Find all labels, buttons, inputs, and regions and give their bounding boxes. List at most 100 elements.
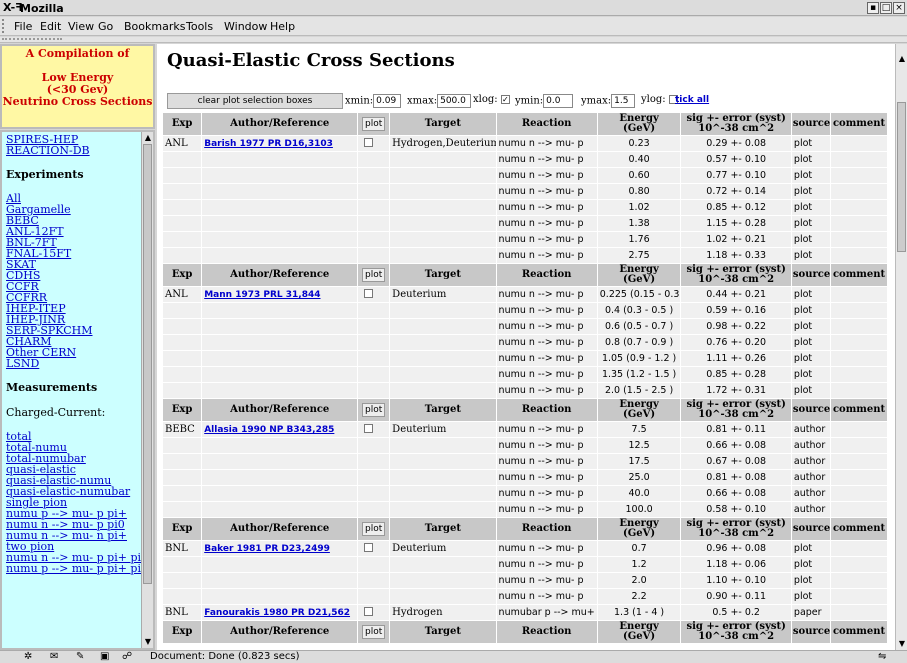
header-energy: Energy (GeV)	[597, 399, 681, 421]
xlog-checkbox[interactable]: ✓	[500, 95, 510, 104]
cell-sigma: 1.72 +- 0.31	[681, 383, 791, 398]
nav-scroll-thumb[interactable]	[143, 144, 152, 584]
mail-icon[interactable]: ✉	[50, 651, 58, 662]
cell-exp: ANL	[163, 136, 202, 151]
cell-author	[202, 319, 358, 334]
plot-selected-button[interactable]: plot	[362, 625, 386, 639]
cell-plot	[358, 216, 390, 231]
cell-sigma: 0.67 +- 0.08	[681, 454, 791, 469]
tick-all-link[interactable]: tick all	[675, 95, 709, 105]
cell-author	[202, 438, 358, 453]
table-row: numu n --> mu- p 0.4 (0.3 - 0.5 ) 0.59 +- …	[163, 303, 887, 318]
cell-reaction: numu n --> mu- p	[496, 422, 597, 437]
menu-edit[interactable]: Edit	[40, 20, 61, 33]
menu-tools[interactable]: Tools	[186, 20, 213, 33]
irc-icon[interactable]: ☍	[122, 651, 132, 662]
measurement-link-12[interactable]: numu p --> mu- p pi+ pi0	[6, 563, 148, 574]
cell-reaction: numubar p --> mu+ n	[496, 605, 597, 620]
addressbook-icon[interactable]: ▣	[100, 651, 109, 662]
menu-file[interactable]: File	[14, 20, 32, 33]
header-reaction: Reaction	[496, 264, 597, 286]
main-scroll-up-icon[interactable]: ▲	[897, 54, 907, 63]
site-title-frame: A Compilation of Low Energy (<30 Gev) Ne…	[0, 44, 155, 129]
plot-checkbox[interactable]	[364, 542, 374, 552]
cell-energy: 1.02	[597, 200, 681, 215]
table-header-row: Exp Author/Reference plot Target Reaction Ene…	[163, 264, 887, 286]
plot-controls: clear plot selection boxes xmin: 0.09 xma…	[167, 92, 887, 112]
plot-selected-button[interactable]: plot	[362, 403, 386, 417]
menu-bookmarks[interactable]: Bookmarks	[124, 20, 185, 33]
cell-sigma: 0.29 +- 0.08	[681, 136, 791, 151]
cell-plot	[358, 502, 390, 517]
header-reaction: Reaction	[496, 518, 597, 540]
main-scroll-down-icon[interactable]: ▼	[897, 639, 907, 648]
reference-link[interactable]: Barish 1977 PR D16,3103	[204, 139, 333, 149]
header-target: Target	[390, 621, 496, 643]
main-scroll-thumb[interactable]	[897, 102, 906, 252]
table-row: numu n --> mu- p 0.8 (0.7 - 0.9 ) 0.76 +- …	[163, 335, 887, 350]
main-scrollbar[interactable]: ▲ ▼	[895, 44, 907, 650]
online-status-icon[interactable]: ⇋	[878, 651, 886, 662]
nav-scrollbar[interactable]: ▲ ▼	[141, 132, 153, 648]
menu-view[interactable]: View	[68, 20, 94, 33]
reference-link[interactable]: Allasia 1990 NP B343,285	[204, 425, 334, 435]
cell-plot	[358, 422, 390, 437]
xmin-input[interactable]: 0.09	[373, 94, 402, 108]
cell-energy: 0.6 (0.5 - 0.7 )	[597, 319, 681, 334]
menu-help[interactable]: Help	[270, 20, 295, 33]
reference-link[interactable]: Baker 1981 PR D23,2499	[204, 544, 330, 554]
cell-comment	[831, 573, 887, 588]
plot-checkbox[interactable]	[364, 137, 374, 147]
link-reaction-db[interactable]: REACTION-DB	[6, 145, 141, 156]
cell-target	[390, 319, 496, 334]
experiment-link-15[interactable]: LSND	[6, 358, 141, 369]
plot-checkbox[interactable]	[364, 606, 374, 616]
reference-link[interactable]: Mann 1973 PRL 31,844	[204, 290, 320, 300]
cell-author	[202, 152, 358, 167]
header-exp: Exp	[163, 264, 202, 286]
cell-energy: 0.80	[597, 184, 681, 199]
collapsed-toolbar[interactable]	[0, 37, 907, 43]
scroll-down-icon[interactable]: ▼	[143, 637, 153, 647]
plot-checkbox[interactable]	[364, 288, 374, 298]
table-row: BEBC Allasia 1990 NP B343,285 Deuterium num…	[163, 422, 887, 437]
cell-plot	[358, 287, 390, 302]
plot-selected-button[interactable]: plot	[362, 268, 386, 282]
ymin-input[interactable]: 0.0	[543, 94, 574, 108]
close-icon[interactable]: ×	[893, 2, 905, 14]
cell-target: Deuterium	[390, 287, 496, 302]
table-row: numu n --> mu- p 1.02 0.85 +- 0.12 plot	[163, 200, 887, 215]
menubar-grip-icon[interactable]	[2, 19, 8, 33]
composer-icon[interactable]: ✎	[76, 651, 84, 662]
header-reaction: Reaction	[496, 113, 597, 135]
plot-selected-button[interactable]: plot	[362, 522, 386, 536]
cell-plot	[358, 152, 390, 167]
maximize-icon[interactable]: □	[880, 2, 892, 14]
cell-reaction: numu n --> mu- p	[496, 216, 597, 231]
cell-comment	[831, 351, 887, 366]
cell-author	[202, 200, 358, 215]
cell-plot	[358, 573, 390, 588]
cell-exp	[163, 486, 202, 501]
navigator-icon[interactable]: ✲	[24, 651, 32, 662]
plot-checkbox[interactable]	[364, 423, 374, 433]
experiments-heading: Experiments	[6, 168, 84, 181]
cell-sigma: 0.5 +- 0.2	[681, 605, 791, 620]
minimize-icon[interactable]: ▪	[867, 2, 879, 14]
cell-energy: 2.75	[597, 248, 681, 263]
scroll-up-icon[interactable]: ▲	[143, 133, 153, 143]
cell-exp	[163, 383, 202, 398]
ymax-input[interactable]: 1.5	[611, 94, 636, 108]
plot-selected-button[interactable]: plot	[362, 117, 386, 131]
cell-exp	[163, 470, 202, 485]
cell-sigma: 1.02 +- 0.21	[681, 232, 791, 247]
header-plot: plot	[358, 113, 390, 135]
reference-link[interactable]: Fanourakis 1980 PR D21,562	[204, 608, 350, 618]
menu-go[interactable]: Go	[98, 20, 113, 33]
clear-plot-selection-button[interactable]: clear plot selection boxes	[167, 93, 343, 109]
xmax-input[interactable]: 500.0	[437, 94, 472, 108]
table-row: numu n --> mu- p 2.75 1.18 +- 0.33 plot	[163, 248, 887, 263]
cell-sigma: 0.66 +- 0.08	[681, 438, 791, 453]
table-row: numu n --> mu- p 2.0 (1.5 - 2.5 ) 1.72 +- …	[163, 383, 887, 398]
menu-window[interactable]: Window	[224, 20, 267, 33]
